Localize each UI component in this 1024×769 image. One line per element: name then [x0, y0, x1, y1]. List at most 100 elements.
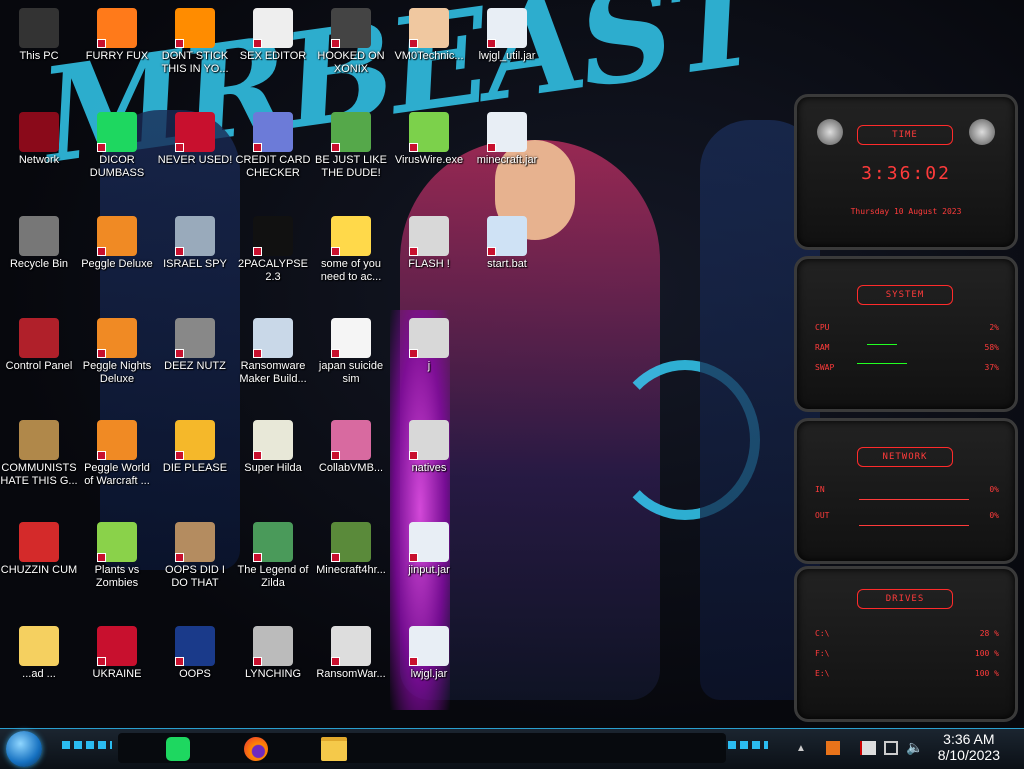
shortcut-arrow-icon	[175, 143, 184, 152]
drives-row-value: 28 %	[979, 629, 999, 638]
desktop-icon[interactable]: OOPS DID I DO THAT	[156, 522, 234, 590]
system-row-value: 58%	[984, 343, 999, 352]
vlc-icon	[175, 8, 215, 48]
desktop-icon-label: NEVER USED!	[157, 154, 233, 166]
desktop-icon[interactable]: LYNCHING	[234, 626, 312, 681]
desktop-icon[interactable]: Plants vs Zombies	[78, 522, 156, 590]
desktop-icon[interactable]: VirusWire.exe	[390, 112, 468, 167]
desktop-icon[interactable]: DICOR DUMBASS	[78, 112, 156, 180]
desktop-icon[interactable]: RansomWar...	[312, 626, 390, 681]
dev-icon	[175, 112, 215, 152]
desktop-icon[interactable]: Peggle World of Warcraft ...	[78, 420, 156, 488]
desktop-icon[interactable]: j	[390, 318, 468, 373]
shortcut-arrow-icon	[331, 143, 340, 152]
desktop-icon[interactable]: VM0Technic...	[390, 8, 468, 63]
folder-icon	[409, 216, 449, 256]
alien-logo-icon	[817, 119, 843, 145]
firefox-taskbar-icon[interactable]	[240, 733, 272, 765]
desktop-icon[interactable]: CHUZZIN CUM	[0, 522, 78, 577]
shortcut-arrow-icon	[487, 39, 496, 48]
desktop-icon[interactable]: FLASH !	[390, 216, 468, 271]
desktop-icon[interactable]: minecraft.jar	[468, 112, 546, 167]
desktop-icon-label: Plants vs Zombies	[94, 564, 140, 589]
drives-widget: DRIVES C:\ 28 % F:\ 100 % E:\ 100 %	[794, 566, 1018, 722]
window-icon	[253, 318, 293, 358]
desktop-icon[interactable]: NEVER USED!	[156, 112, 234, 167]
show-hidden-icons-arrow[interactable]: ▲	[796, 743, 806, 754]
portrait-icon	[175, 522, 215, 562]
desktop-icon[interactable]: This PC	[0, 8, 78, 63]
shortcut-arrow-icon	[409, 451, 418, 460]
start-orb-button[interactable]	[6, 731, 42, 767]
desktop-icon[interactable]: DIE PLEASE	[156, 420, 234, 475]
desktop-icon-label: The Legend of Zilda	[237, 564, 309, 589]
taskbar-clock[interactable]: 3:36 AM 8/10/2023	[938, 731, 1000, 763]
desktop-icon-label: DIE PLEASE	[162, 462, 228, 474]
desktop-icon-label: ISRAEL SPY	[163, 258, 227, 270]
shortcut-arrow-icon	[175, 451, 184, 460]
desktop-icon[interactable]: DEEZ NUTZ	[156, 318, 234, 373]
tray-app-icon[interactable]	[826, 741, 840, 755]
desktop-icon[interactable]: start.bat	[468, 216, 546, 271]
desktop-icon-label: VirusWire.exe	[394, 154, 464, 166]
desktop-icon[interactable]: Peggle Deluxe	[78, 216, 156, 271]
desktop-icon[interactable]: natives	[390, 420, 468, 475]
desktop-icon[interactable]: CollabVMB...	[312, 420, 390, 475]
desktop-icon-label: jinput.jar	[408, 564, 450, 576]
desktop-icon[interactable]: SEX EDITOR	[234, 8, 312, 63]
desktop-icon-label: minecraft.jar	[476, 154, 538, 166]
desktop-icon[interactable]: lwjgl_util.jar	[468, 8, 546, 63]
grass-block-icon	[331, 522, 371, 562]
desktop-icon[interactable]: Super Hilda	[234, 420, 312, 475]
desktop-icon[interactable]: 2PACALYPSE 2.3	[234, 216, 312, 284]
peggle-icon	[97, 216, 137, 256]
desktop-icon-label: BE JUST LIKE THE DUDE!	[315, 154, 387, 179]
tray-network-icon[interactable]	[884, 741, 898, 755]
explorer-taskbar-icon[interactable]	[318, 733, 350, 765]
pixel-cat-icon	[253, 420, 293, 460]
drives-row: F:\ 100 %	[815, 649, 999, 658]
desktop-icon[interactable]: BE JUST LIKE THE DUDE!	[312, 112, 390, 180]
shortcut-arrow-icon	[175, 349, 184, 358]
alien-logo-icon	[969, 119, 995, 145]
drives-row-value: 100 %	[974, 649, 999, 658]
java-icon	[409, 522, 449, 562]
desktop-icon[interactable]: The Legend of Zilda	[234, 522, 312, 590]
desktop-icon[interactable]: ISRAEL SPY	[156, 216, 234, 271]
desktop-icon[interactable]: HOOKED ON XONIX	[312, 8, 390, 76]
tray-volume-icon[interactable]: 🔈	[906, 739, 923, 756]
desktop-icon-label: RansomWar...	[316, 668, 386, 680]
desktop-icon[interactable]: Recycle Bin	[0, 216, 78, 271]
desktop-icon[interactable]: Ransomware Maker Build...	[234, 318, 312, 386]
desktop-icon[interactable]: Control Panel	[0, 318, 78, 373]
desktop-icon[interactable]: Peggle Nights Deluxe	[78, 318, 156, 386]
desktop-icon[interactable]: ...ad ...	[0, 626, 78, 681]
system-row-value: 37%	[984, 363, 999, 372]
desktop-icon[interactable]: jinput.jar	[390, 522, 468, 577]
desktop-icon[interactable]: OOPS	[156, 626, 234, 681]
link-icon	[253, 522, 293, 562]
desktop-icon[interactable]: lwjgl.jar	[390, 626, 468, 681]
desktop-icon[interactable]: Minecraft4hr...	[312, 522, 390, 577]
time-widget-date: Thursday 10 August 2023	[850, 207, 962, 216]
desktop-icon[interactable]: DONT STICK THIS IN YO...	[156, 8, 234, 76]
desktop-icon[interactable]: CREDIT CARD CHECKER	[234, 112, 312, 180]
desktop-icon[interactable]: FURRY FUX	[78, 8, 156, 63]
spotify-taskbar-icon[interactable]	[162, 733, 194, 765]
tray-flag-icon[interactable]	[860, 741, 876, 755]
desktop-icon[interactable]: COMMUNISTS HATE THIS G...	[0, 420, 78, 488]
bsod-icon	[175, 626, 215, 666]
desktop-icon[interactable]: UKRAINE	[78, 626, 156, 681]
shortcut-arrow-icon	[97, 553, 106, 562]
desktop-icon-label: OOPS DID I DO THAT	[165, 564, 225, 589]
desktop-icon[interactable]: Network	[0, 112, 78, 167]
system-widget: SYSTEM CPU 2% RAM 58% SWAP 37%	[794, 256, 1018, 412]
shortcut-arrow-icon	[409, 553, 418, 562]
desktop-icon[interactable]: some of you need to ac...	[312, 216, 390, 284]
system-widget-title: SYSTEM	[857, 285, 953, 305]
desktop-icon-label: DICOR DUMBASS	[89, 154, 145, 179]
desktop-icon[interactable]: japan suicide sim	[312, 318, 390, 386]
spotify-icon	[166, 737, 190, 761]
money-bag-icon	[19, 420, 59, 460]
noose-icon	[253, 626, 293, 666]
